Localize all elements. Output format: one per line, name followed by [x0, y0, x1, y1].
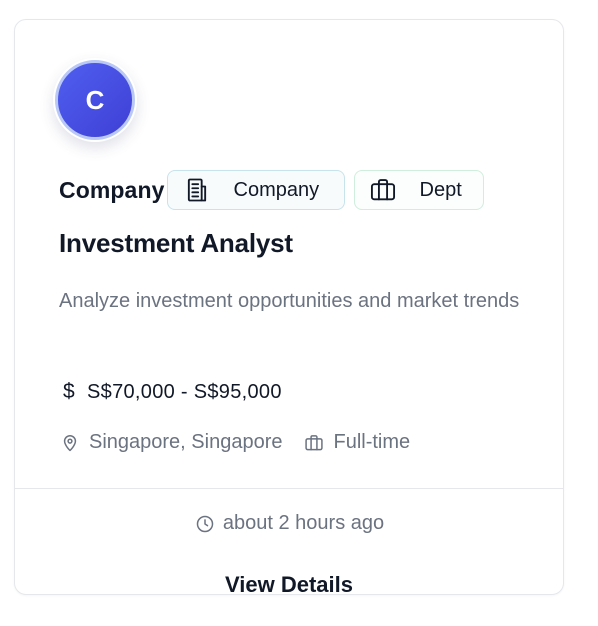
company-name: Company — [59, 176, 165, 203]
avatar-container: C — [53, 58, 137, 142]
job-card[interactable]: C Company Company Dept Investment Analys… — [14, 19, 564, 595]
avatar-initial: C — [85, 84, 105, 115]
job-description: Analyze investment opportunities and mar… — [59, 290, 520, 312]
salary-row: $ S$70,000 - S$95,000 — [59, 380, 282, 404]
building-icon — [182, 175, 212, 205]
briefcase-icon — [368, 175, 398, 205]
dept-tag-label: Dept — [419, 178, 462, 201]
dollar-icon: $ — [63, 380, 75, 403]
location-text: Singapore, Singapore — [89, 431, 283, 453]
job-title[interactable]: Investment Analyst — [59, 228, 293, 259]
employment-type-text: Full-time — [333, 431, 411, 453]
company-tag: Company — [166, 170, 345, 210]
posted-time-text: about 2 hours ago — [222, 512, 385, 534]
map-pin-icon — [59, 432, 81, 454]
clock-icon — [194, 513, 216, 535]
briefcase-icon — [303, 432, 325, 454]
posted-row: about 2 hours ago — [15, 512, 563, 535]
job-details-row: Singapore, Singapore Full-time — [59, 431, 410, 454]
card-divider — [15, 488, 563, 489]
salary-range: S$70,000 - S$95,000 — [87, 380, 282, 403]
company-tag-label: Company — [233, 178, 320, 201]
dept-tag: Dept — [353, 170, 484, 210]
company-avatar: C — [55, 60, 135, 140]
view-details-button[interactable]: View Details — [15, 572, 563, 594]
company-meta-row: Company Company Dept — [59, 169, 484, 211]
